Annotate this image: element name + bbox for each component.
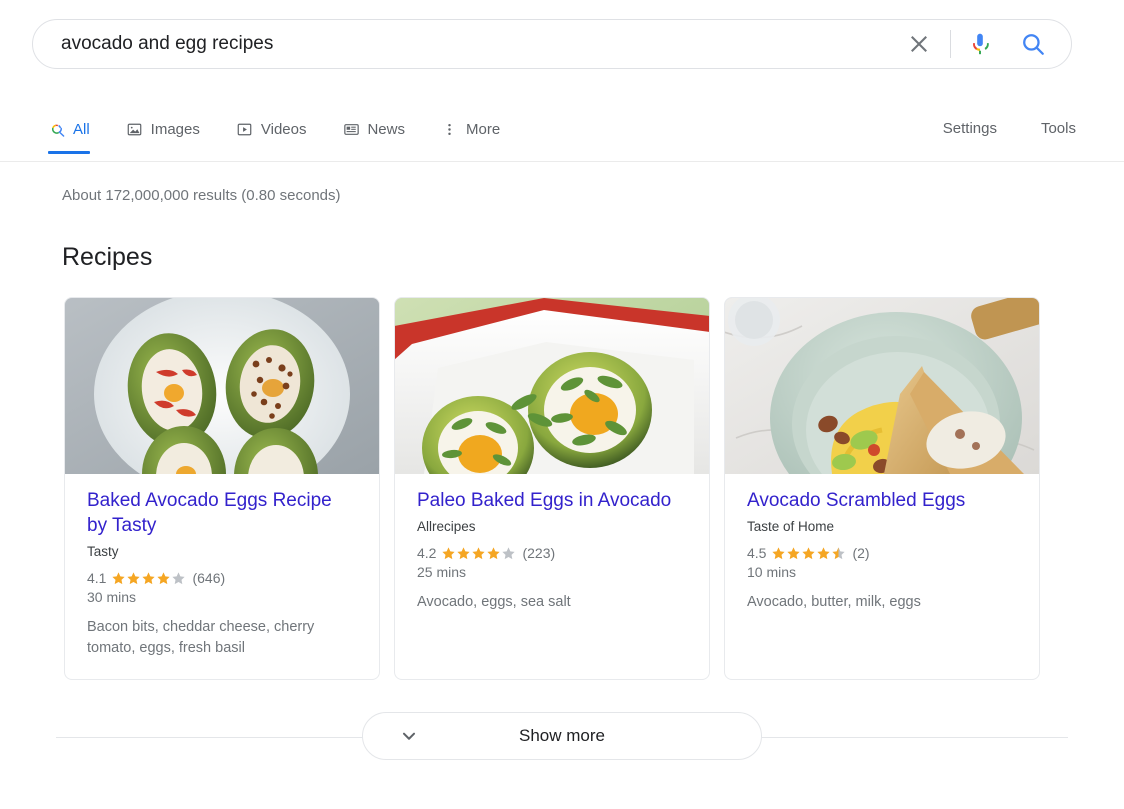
rating-count: (646) xyxy=(192,570,226,586)
google-search-results-page: All Images xyxy=(0,0,1124,809)
search-tabs-inner: All Images Videos News More Settings Too… xyxy=(0,106,1124,161)
tab-all-label: All xyxy=(73,120,90,138)
recipe-time: 10 mins xyxy=(747,564,797,580)
settings-link[interactable]: Settings xyxy=(943,120,997,137)
recipe-ingredients: Avocado, eggs, sea salt xyxy=(417,594,571,610)
recipe-card-body: Baked Avocado Eggs Recipe by Tasty Tasty… xyxy=(65,474,379,679)
tab-images-label: Images xyxy=(150,120,200,138)
star-rating-icon xyxy=(771,546,846,561)
recipe-card[interactable]: Avocado Scrambled Eggs Taste of Home 4.5… xyxy=(724,297,1040,680)
recipe-card-body: Paleo Baked Eggs in Avocado Allrecipes 4… xyxy=(395,474,709,633)
search-results-content: About 172,000,000 results (0.80 seconds)… xyxy=(0,162,1124,767)
recipe-card[interactable]: Baked Avocado Eggs Recipe by Tasty Tasty… xyxy=(64,297,380,680)
tab-more[interactable]: More xyxy=(441,106,500,154)
recipe-ingredients: Avocado, butter, milk, eggs xyxy=(747,594,921,610)
rating-count: (2) xyxy=(852,545,870,561)
search-tabs: All Images Videos News More xyxy=(48,106,536,154)
show-more-section: Show more xyxy=(0,707,1124,767)
close-icon[interactable] xyxy=(902,27,936,61)
tab-images[interactable]: Images xyxy=(126,106,200,154)
more-vertical-icon xyxy=(441,120,459,138)
tab-news-label: News xyxy=(367,120,405,138)
search-bar[interactable] xyxy=(32,19,1072,69)
recipe-title[interactable]: Paleo Baked Eggs in Avocado xyxy=(417,488,687,513)
star-rating-icon xyxy=(441,546,516,561)
chevron-down-icon xyxy=(397,724,421,748)
search-actions-divider xyxy=(950,30,951,58)
star-rating-icon xyxy=(111,571,186,586)
news-icon xyxy=(342,120,360,138)
recipe-cards-carousel: Baked Avocado Eggs Recipe by Tasty Tasty… xyxy=(0,272,1124,680)
recipe-rating: 4.1 (646) xyxy=(87,569,357,587)
recipe-ingredients: Bacon bits, cheddar cheese, cherry tomat… xyxy=(87,619,315,656)
recipe-card-body: Avocado Scrambled Eggs Taste of Home 4.5… xyxy=(725,474,1039,633)
tab-more-label: More xyxy=(465,120,501,138)
recipe-time: 25 mins xyxy=(417,564,467,580)
recipe-title[interactable]: Baked Avocado Eggs Recipe by Tasty xyxy=(87,488,357,538)
recipe-source: Tasty xyxy=(87,544,119,559)
search-tools-links: Settings Tools xyxy=(899,106,1076,137)
rating-value: 4.5 xyxy=(747,545,767,561)
google-search-icon xyxy=(48,120,66,138)
search-bar-container xyxy=(32,19,1072,69)
tab-videos-label: Videos xyxy=(260,120,307,138)
result-stats: About 172,000,000 results (0.80 seconds) xyxy=(62,187,341,204)
rating-count: (223) xyxy=(522,545,556,561)
rating-value: 4.1 xyxy=(87,570,107,586)
microphone-icon[interactable] xyxy=(965,29,995,59)
recipe-source: Taste of Home xyxy=(747,519,835,534)
recipe-card[interactable]: Paleo Baked Eggs in Avocado Allrecipes 4… xyxy=(394,297,710,680)
search-icon[interactable] xyxy=(1017,28,1049,60)
recipe-rating: 4.5 (2) xyxy=(747,544,1017,562)
search-tabs-bar: All Images Videos News More Settings Too… xyxy=(0,106,1124,162)
recipe-thumbnail xyxy=(725,298,1039,474)
show-more-label: Show more xyxy=(519,726,605,745)
tools-link[interactable]: Tools xyxy=(1041,120,1076,137)
recipe-rating: 4.2 (223) xyxy=(417,544,687,562)
search-bar-actions xyxy=(902,20,1055,68)
rating-value: 4.2 xyxy=(417,545,437,561)
recipe-thumbnail xyxy=(395,298,709,474)
image-icon xyxy=(126,120,144,138)
page-title: Recipes xyxy=(62,243,153,271)
recipe-title[interactable]: Avocado Scrambled Eggs xyxy=(747,488,1017,513)
recipe-time: 30 mins xyxy=(87,589,137,605)
show-more-button[interactable]: Show more xyxy=(362,712,762,760)
search-input[interactable] xyxy=(61,31,902,57)
recipe-source: Allrecipes xyxy=(417,519,476,534)
tab-all[interactable]: All xyxy=(48,106,90,154)
recipe-thumbnail xyxy=(65,298,379,474)
tab-videos[interactable]: Videos xyxy=(236,106,307,154)
tab-news[interactable]: News xyxy=(342,106,405,154)
video-icon xyxy=(236,120,254,138)
